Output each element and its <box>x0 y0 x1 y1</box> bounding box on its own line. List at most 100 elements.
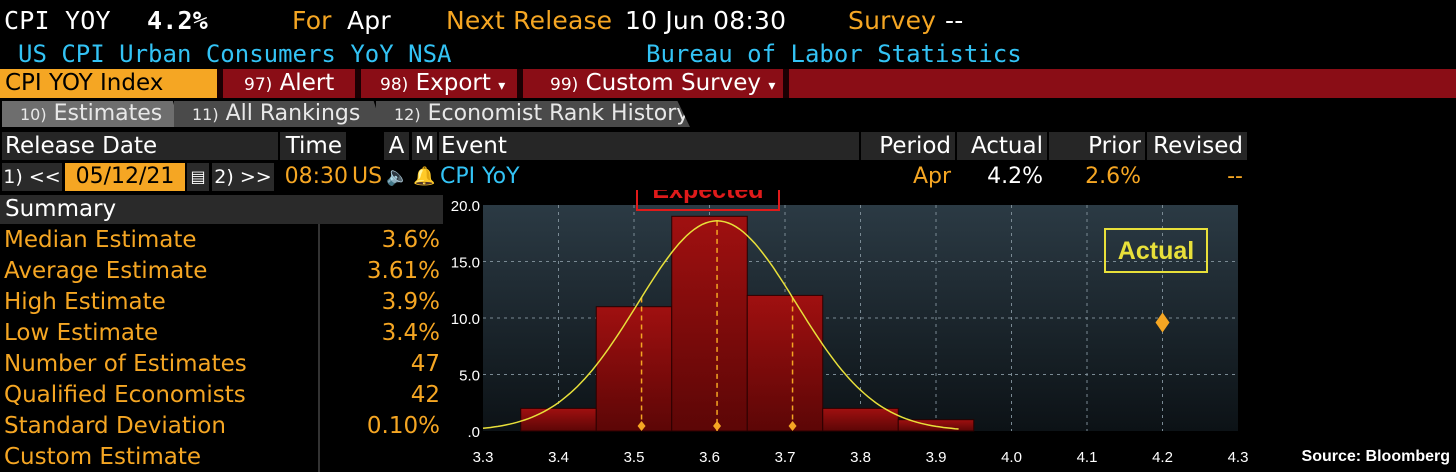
event-period: Apr <box>912 164 951 189</box>
x-tick-label: 3.8 <box>850 449 871 466</box>
summary-value-qualified: 42 <box>410 382 440 408</box>
column-header-alert: A <box>384 132 409 160</box>
summary-title-text: Summary <box>5 196 117 222</box>
x-tick-label: 3.5 <box>624 449 645 466</box>
alert-menu-button[interactable]: 97) Alert <box>244 69 334 98</box>
histogram-bar <box>671 215 748 432</box>
y-tick-label: 20.0 <box>451 198 480 215</box>
column-header-revised: Revised <box>1147 132 1247 160</box>
previous-release-button[interactable]: 1) << <box>2 163 62 191</box>
summary-value-stddev: 0.10% <box>366 413 440 439</box>
next-release-value: 10 Jun 08:30 <box>625 6 787 35</box>
histogram-bar <box>595 306 673 432</box>
speaker-icon[interactable]: 🔈 <box>386 163 408 191</box>
tab-economist-rank-history-number: 12) <box>394 105 421 124</box>
source-organization: Bureau of Labor Statistics <box>646 40 1022 68</box>
x-tick-label: 3.3 <box>473 449 494 466</box>
next-release-button[interactable]: 2) >> <box>212 163 274 191</box>
column-header-actual: Actual <box>957 132 1047 160</box>
survey-label: Survey <box>848 6 937 35</box>
y-tick-label: 5.0 <box>459 368 480 385</box>
summary-value-count: 47 <box>410 351 440 377</box>
summary-value-low: 3.4% <box>381 320 440 346</box>
histogram-bar <box>520 407 597 432</box>
security-description: US CPI Urban Consumers YoY NSA <box>18 40 452 68</box>
x-tick-label: 3.4 <box>548 449 569 466</box>
for-value: Apr <box>347 6 391 35</box>
release-date-input[interactable]: 05/12/21 <box>65 163 185 191</box>
custom-survey-menu-label: Custom Survey <box>585 70 762 96</box>
x-tick-label: 4.3 <box>1228 449 1249 466</box>
summary-value-high: 3.9% <box>381 289 440 315</box>
menu-divider <box>217 69 223 98</box>
ticker-value: 4.2% <box>147 6 209 35</box>
summary-label-stddev: Standard Deviation <box>4 413 226 439</box>
alert-menu-number: 97) <box>244 75 273 95</box>
menu-divider <box>783 69 789 98</box>
next-release-label: Next Release <box>446 6 613 35</box>
release-time: 08:30 <box>284 164 348 189</box>
tab-all-rankings[interactable]: 11) All Rankings <box>174 101 382 127</box>
alert-menu-label: Alert <box>279 70 335 96</box>
custom-survey-menu-number: 99) <box>550 75 579 95</box>
estimate-distribution-chart: 3.3 3.4 3.5 3.6 3.7 3.8 3.9 4.0 4.1 4.2 4.3 20.0 15.… <box>451 190 1249 466</box>
tab-estimates-number: 10) <box>20 105 47 124</box>
summary-divider <box>318 224 320 472</box>
summary-label-high: High Estimate <box>4 289 166 315</box>
bell-icon[interactable]: 🔔 <box>413 163 435 191</box>
tab-estimates[interactable]: 10) Estimates <box>2 101 180 127</box>
y-tick-label: .0 <box>467 424 480 441</box>
y-tick-label: 10.0 <box>451 311 480 328</box>
column-header-release-date: Release Date <box>2 132 278 160</box>
summary-value-average: 3.61% <box>366 258 440 284</box>
menu-divider <box>517 69 523 98</box>
menu-divider <box>355 69 361 98</box>
summary-label-average: Average Estimate <box>4 258 208 284</box>
ticker-label: CPI YOY <box>4 6 111 35</box>
export-menu-button[interactable]: 98) Export ▾ <box>380 69 505 98</box>
y-tick-label: 15.0 <box>451 255 480 272</box>
summary-label-qualified: Qualified Economists <box>4 382 246 408</box>
column-header-period: Period <box>861 132 955 160</box>
tab-all-rankings-number: 11) <box>192 105 219 124</box>
summary-value-median: 3.6% <box>381 227 440 253</box>
summary-title: Summary <box>0 195 443 224</box>
x-tick-label: 4.2 <box>1152 449 1173 466</box>
column-header-monitor: M <box>412 132 437 160</box>
event-prior: 2.6% <box>1085 164 1141 189</box>
x-tick-label: 3.7 <box>775 449 796 466</box>
chevron-down-icon: ▾ <box>768 78 776 94</box>
tab-economist-rank-history-label: Economist Rank History <box>427 101 690 126</box>
calendar-icon[interactable]: ▤ <box>187 163 209 191</box>
expected-label: Expected <box>652 190 763 204</box>
security-field[interactable]: CPI YOY Index <box>0 69 217 98</box>
summary-label-count: Number of Estimates <box>4 351 247 377</box>
x-tick-label: 4.0 <box>1001 449 1022 466</box>
histogram-bar <box>746 294 824 432</box>
tab-all-rankings-label: All Rankings <box>225 101 361 126</box>
column-header-prior: Prior <box>1049 132 1145 160</box>
summary-label-low: Low Estimate <box>4 320 159 346</box>
x-tick-label: 3.6 <box>699 449 720 466</box>
summary-label-custom[interactable]: Custom Estimate <box>4 444 201 470</box>
source-note: Source: Bloomberg <box>1301 448 1450 465</box>
export-menu-label: Export <box>415 70 491 96</box>
survey-value: -- <box>945 6 964 35</box>
histogram-bar <box>897 419 975 432</box>
column-header-event: Event <box>439 132 859 160</box>
summary-label-median: Median Estimate <box>4 227 197 253</box>
histogram-bar <box>822 407 899 432</box>
column-header-time: Time <box>280 132 346 160</box>
x-tick-label: 3.9 <box>926 449 947 466</box>
event-name[interactable]: CPI YoY <box>440 163 520 191</box>
tab-economist-rank-history[interactable]: 12) Economist Rank History <box>376 101 690 127</box>
custom-survey-menu-button[interactable]: 99) Custom Survey ▾ <box>550 69 775 98</box>
actual-label: Actual <box>1118 237 1194 265</box>
country-code: US <box>352 164 383 189</box>
export-menu-number: 98) <box>380 75 409 95</box>
event-actual: 4.2% <box>987 164 1043 189</box>
chevron-down-icon: ▾ <box>498 78 506 94</box>
x-tick-label: 4.1 <box>1077 449 1098 466</box>
security-field-label: CPI YOY Index <box>5 70 164 96</box>
for-label: For <box>292 6 332 35</box>
